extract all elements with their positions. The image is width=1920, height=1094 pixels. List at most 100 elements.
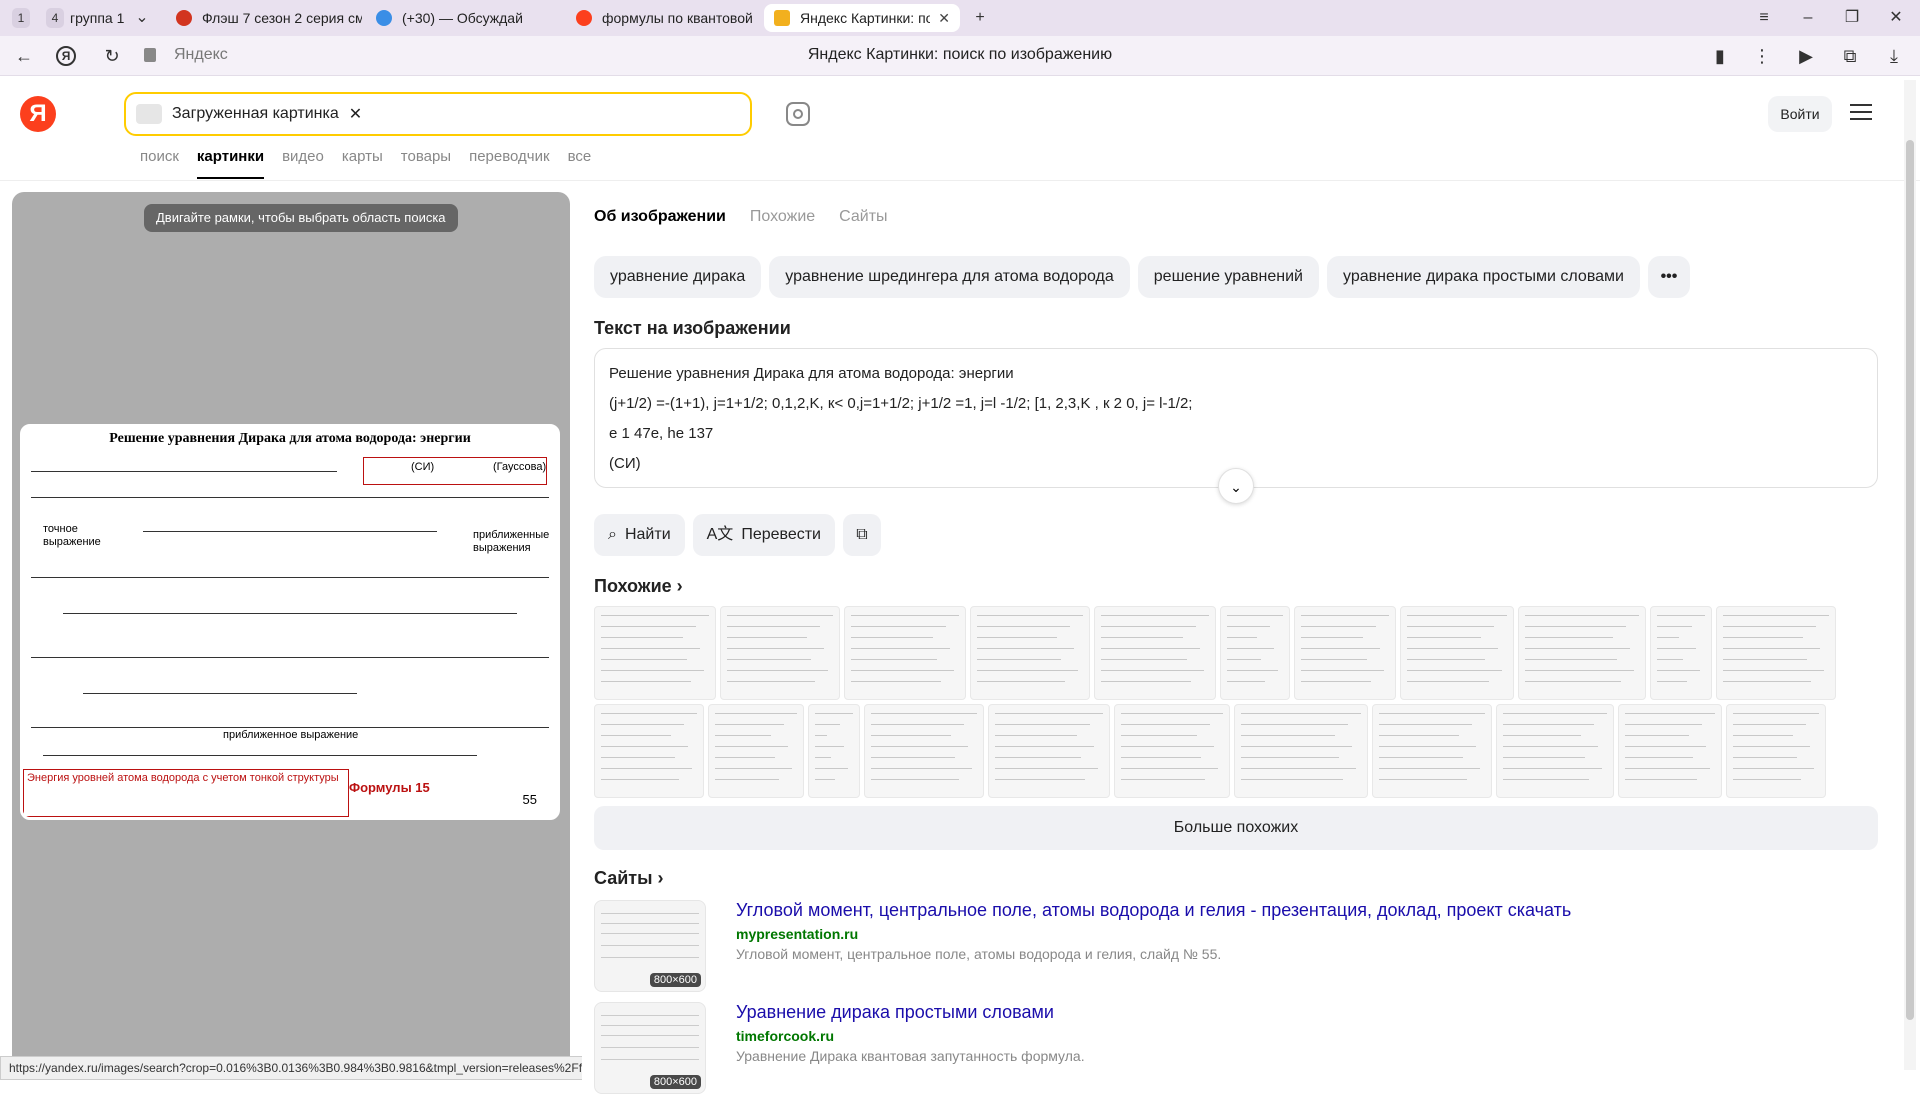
- translate-button[interactable]: A文 Перевести: [692, 514, 835, 556]
- similar-image-thumbnail[interactable]: [1372, 704, 1492, 798]
- tab-favicon-icon: [576, 10, 592, 26]
- tab-group-counter[interactable]: 1: [12, 8, 30, 28]
- formula-line: [83, 693, 357, 694]
- site-result[interactable]: 800×600 Угловой момент, центральное поле…: [594, 900, 1878, 992]
- similar-image-thumbnail[interactable]: [1234, 704, 1368, 798]
- similar-image-thumbnail[interactable]: [1518, 606, 1646, 700]
- tab-label: Флэш 7 сезон 2 серия смо: [202, 10, 362, 26]
- similar-title-label: Похожие: [594, 576, 672, 596]
- restore-icon[interactable]: ❐: [1840, 6, 1864, 30]
- service-tab-translate[interactable]: переводчик: [469, 148, 549, 179]
- similar-image-thumbnail[interactable]: [1618, 704, 1722, 798]
- translate-label: Перевести: [741, 526, 821, 543]
- camera-search-icon[interactable]: [786, 102, 810, 126]
- browser-tab[interactable]: Флэш 7 сезон 2 серия смо: [166, 4, 372, 32]
- close-window-icon[interactable]: ✕: [1884, 6, 1908, 30]
- tab-similar[interactable]: Похожие: [750, 208, 815, 226]
- browser-tab-active[interactable]: Яндекс Картинки: поис ✕: [764, 4, 960, 32]
- similar-image-thumbnail[interactable]: [988, 704, 1110, 798]
- similar-image-thumbnail[interactable]: [1650, 606, 1712, 700]
- similar-image-thumbnail[interactable]: [1114, 704, 1230, 798]
- similar-image-thumbnail[interactable]: [844, 606, 966, 700]
- preview-label-gauss: (Гауссова): [493, 461, 547, 473]
- downloads-icon[interactable]: ⤓: [1882, 44, 1906, 68]
- tag-chip[interactable]: уравнение дирака простыми словами: [1327, 256, 1640, 298]
- formula-line: [31, 497, 549, 498]
- media-play-icon[interactable]: ▶: [1794, 44, 1818, 68]
- tag-chip[interactable]: уравнение дирака: [594, 256, 762, 298]
- similar-image-thumbnail[interactable]: [1726, 704, 1826, 798]
- more-similar-button[interactable]: Больше похожих: [594, 806, 1878, 850]
- browser-tab[interactable]: формулы по квантовой ф: [566, 4, 762, 32]
- recognized-text-line: Решение уравнения Дирака для атома водор…: [609, 365, 1014, 382]
- group-chevron-icon[interactable]: ⌄: [130, 6, 154, 30]
- similar-image-thumbnail[interactable]: [594, 606, 716, 700]
- tabs-menu-icon[interactable]: ≡: [1752, 6, 1776, 30]
- scrollbar-thumb[interactable]: [1906, 140, 1914, 1020]
- similar-image-thumbnail[interactable]: [1716, 606, 1836, 700]
- expand-chevron-icon[interactable]: ⌄: [1218, 468, 1254, 504]
- uploaded-image-preview[interactable]: Решение уравнения Дирака для атома водор…: [20, 424, 560, 820]
- tab-group-label[interactable]: группа 1: [70, 8, 124, 28]
- page-scrollbar[interactable]: [1904, 80, 1916, 1070]
- recognized-text-line: (j+1/2) =-(1+1), j=1+1/2; 0,1,2,K, к< 0,…: [609, 395, 1193, 412]
- status-bar-url: https://yandex.ru/images/search?crop=0.0…: [0, 1056, 666, 1080]
- minimize-icon[interactable]: –: [1796, 6, 1820, 30]
- similar-image-thumbnail[interactable]: [1294, 606, 1396, 700]
- search-input[interactable]: Загруженная картинка ✕: [124, 92, 752, 136]
- service-tab-maps[interactable]: карты: [342, 148, 383, 179]
- browser-tab[interactable]: (+30) — Обсуждай: [366, 4, 562, 32]
- similar-image-thumbnail[interactable]: [970, 606, 1090, 700]
- collections-icon[interactable]: ⧉: [1838, 44, 1862, 68]
- find-button[interactable]: ⌕ Найти: [594, 514, 685, 556]
- site-domain-link[interactable]: mypresentation.ru: [736, 926, 858, 942]
- similar-image-thumbnail[interactable]: [720, 606, 840, 700]
- site-thumbnail[interactable]: 800×600: [594, 900, 706, 992]
- tab-about-image[interactable]: Об изображении: [594, 208, 726, 226]
- login-button[interactable]: Войти: [1768, 96, 1832, 132]
- menu-dots-icon[interactable]: ⋮: [1750, 44, 1774, 68]
- more-tags-button[interactable]: •••: [1647, 256, 1690, 298]
- similar-image-thumbnail[interactable]: [1220, 606, 1290, 700]
- service-tab-all[interactable]: все: [568, 148, 592, 179]
- tab-sites[interactable]: Сайты: [839, 208, 887, 226]
- service-tab-images[interactable]: картинки: [196, 148, 265, 179]
- service-tab-search[interactable]: поиск: [140, 148, 179, 179]
- service-tab-video[interactable]: видео: [282, 148, 324, 179]
- service-tab-goods[interactable]: товары: [401, 148, 451, 179]
- bookmark-icon[interactable]: ▮: [1708, 44, 1732, 68]
- tab-close-icon[interactable]: ✕: [938, 10, 950, 27]
- tag-chip[interactable]: уравнение шредингера для атома водорода: [769, 256, 1130, 298]
- header-divider: [0, 180, 1920, 181]
- address-bar: ← Я ↻ Яндекс Яндекс Картинки: поиск по и…: [0, 36, 1920, 76]
- sites-section-title[interactable]: Сайты ›: [594, 868, 664, 889]
- similar-image-thumbnail[interactable]: [708, 704, 804, 798]
- site-thumbnail[interactable]: 800×600: [594, 1002, 706, 1094]
- text-on-image-title: Текст на изображении: [594, 318, 791, 338]
- recognized-text-box[interactable]: Решение уравнения Дирака для атома водор…: [594, 348, 1878, 488]
- yandex-logo[interactable]: Я: [20, 96, 56, 132]
- uploaded-image-chip[interactable]: Загруженная картинка ✕: [136, 102, 362, 126]
- site-title-link[interactable]: Угловой момент, центральное поле, атомы …: [736, 900, 1571, 921]
- similar-section-title[interactable]: Похожие ›: [594, 576, 683, 597]
- chip-close-icon[interactable]: ✕: [349, 104, 362, 124]
- similar-image-thumbnail[interactable]: [594, 704, 704, 798]
- new-tab-button[interactable]: +: [968, 6, 992, 30]
- tab-label: формулы по квантовой ф: [602, 10, 752, 26]
- hamburger-menu-icon[interactable]: [1850, 104, 1872, 124]
- copy-button[interactable]: ⧉: [843, 514, 881, 556]
- image-crop-panel[interactable]: Двигайте рамки, чтобы выбрать область по…: [12, 192, 570, 1068]
- similar-image-thumbnail[interactable]: [864, 704, 984, 798]
- site-title-link[interactable]: Уравнение дирака простыми словами: [736, 1002, 1054, 1023]
- group-tabs-count[interactable]: 4: [46, 8, 64, 28]
- formula-line: [143, 531, 437, 532]
- tag-chip[interactable]: решение уравнений: [1137, 256, 1319, 298]
- site-result[interactable]: 800×600 Уравнение дирака простыми словам…: [594, 1002, 1878, 1094]
- similar-image-thumbnail[interactable]: [1496, 704, 1614, 798]
- similar-image-thumbnail[interactable]: [1094, 606, 1216, 700]
- site-domain-link[interactable]: timeforcook.ru: [736, 1028, 834, 1044]
- tab-label: Яндекс Картинки: поис: [800, 10, 931, 26]
- preview-formulas-label: Формулы 15: [349, 780, 430, 795]
- similar-image-thumbnail[interactable]: [1400, 606, 1514, 700]
- similar-image-thumbnail[interactable]: [808, 704, 860, 798]
